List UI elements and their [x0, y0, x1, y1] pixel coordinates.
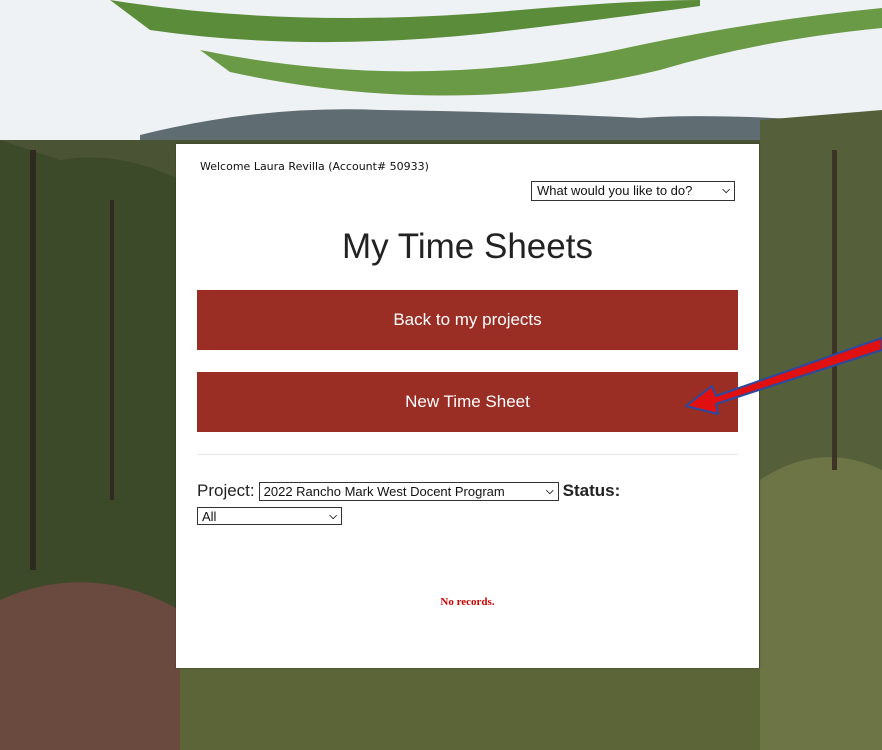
chevron-down-icon: ⌵	[329, 510, 337, 522]
new-time-sheet-button[interactable]: New Time Sheet	[197, 372, 738, 432]
chevron-down-icon: ⌵	[722, 185, 730, 196]
new-time-sheet-label: New Time Sheet	[405, 392, 530, 411]
filter-row: Project: 2022 Rancho Mark West Docent Pr…	[197, 481, 620, 501]
project-dropdown-value: 2022 Rancho Mark West Docent Program	[263, 483, 505, 499]
action-dropdown-value: What would you like to do?	[537, 183, 693, 198]
timesheet-panel: Welcome Laura Revilla (Account# 50933) W…	[176, 144, 759, 668]
no-records-message: No records.	[440, 596, 495, 608]
divider	[197, 454, 738, 455]
back-to-projects-label: Back to my projects	[393, 310, 542, 329]
back-to-projects-button[interactable]: Back to my projects	[197, 290, 738, 350]
status-dropdown-value: All	[202, 508, 217, 524]
page-title: My Time Sheets	[342, 227, 593, 266]
project-dropdown[interactable]: 2022 Rancho Mark West Docent Program ⌵	[258, 481, 559, 501]
status-dropdown[interactable]: All ⌵	[197, 507, 342, 525]
chevron-down-icon: ⌵	[546, 485, 554, 497]
action-dropdown[interactable]: What would you like to do? ⌵	[531, 181, 735, 201]
project-label: Project:	[197, 481, 255, 500]
status-label: Status:	[562, 481, 621, 500]
welcome-text: Welcome Laura Revilla (Account# 50933)	[200, 160, 429, 173]
